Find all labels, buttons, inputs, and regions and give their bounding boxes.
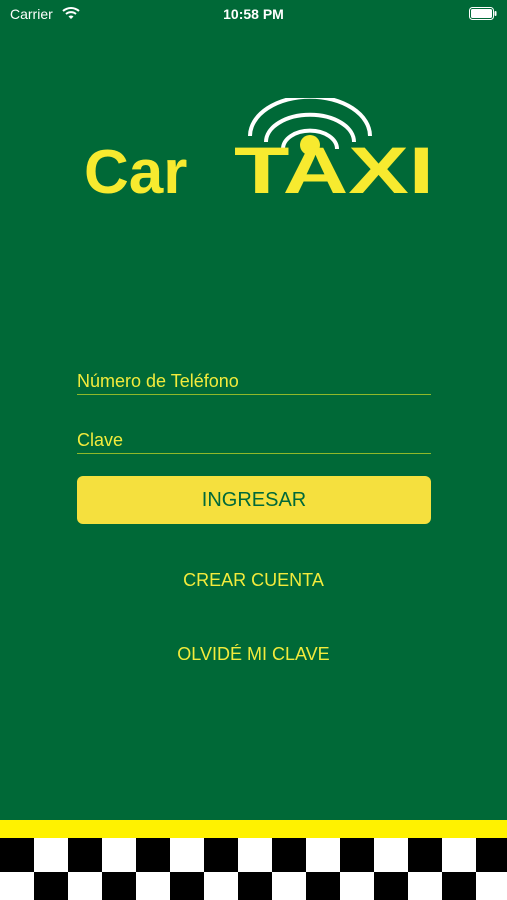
checker-square: [272, 838, 306, 872]
checker-square: [374, 872, 408, 900]
checker-square: [374, 838, 408, 872]
checker-square: [170, 838, 204, 872]
checker-square: [34, 872, 68, 900]
checker-square: [408, 838, 442, 872]
checker-square: [272, 872, 306, 900]
checker-square: [408, 872, 442, 900]
password-field[interactable]: [77, 429, 431, 454]
checker-square: [204, 838, 238, 872]
checker-square: [68, 838, 102, 872]
password-input[interactable]: [77, 429, 431, 451]
checker-square: [170, 872, 204, 900]
checker-square: [0, 838, 34, 872]
cartaxi-logo: Car TAXI: [84, 98, 434, 203]
checker-square: [102, 872, 136, 900]
checkered-footer: [0, 820, 507, 900]
status-time: 10:58 PM: [223, 6, 284, 22]
checker-square: [476, 838, 507, 872]
battery-icon: [469, 7, 497, 20]
checker-square: [306, 838, 340, 872]
checker-square: [238, 838, 272, 872]
checker-square: [340, 872, 374, 900]
checker-square: [476, 872, 507, 900]
checker-square: [0, 872, 34, 900]
checker-square: [102, 838, 136, 872]
checker-square: [68, 872, 102, 900]
status-bar: Carrier 10:58 PM: [0, 0, 507, 28]
checker-pattern: [0, 838, 507, 900]
checker-square: [442, 872, 476, 900]
checker-square: [136, 872, 170, 900]
checker-square: [442, 838, 476, 872]
checker-square: [238, 872, 272, 900]
phone-input[interactable]: [77, 370, 431, 392]
login-button[interactable]: INGRESAR: [77, 476, 431, 524]
checker-square: [34, 838, 68, 872]
logo-car-text: Car: [84, 138, 187, 203]
footer-yellow-stripe: [0, 820, 507, 838]
forgot-password-link[interactable]: OLVIDÉ MI CLAVE: [0, 644, 507, 665]
create-account-link[interactable]: CREAR CUENTA: [0, 570, 507, 591]
checker-square: [306, 872, 340, 900]
checker-square: [204, 872, 238, 900]
checker-square: [136, 838, 170, 872]
phone-field[interactable]: [77, 370, 431, 395]
logo-taxi-text: TAXI: [234, 133, 434, 203]
checker-square: [340, 838, 374, 872]
